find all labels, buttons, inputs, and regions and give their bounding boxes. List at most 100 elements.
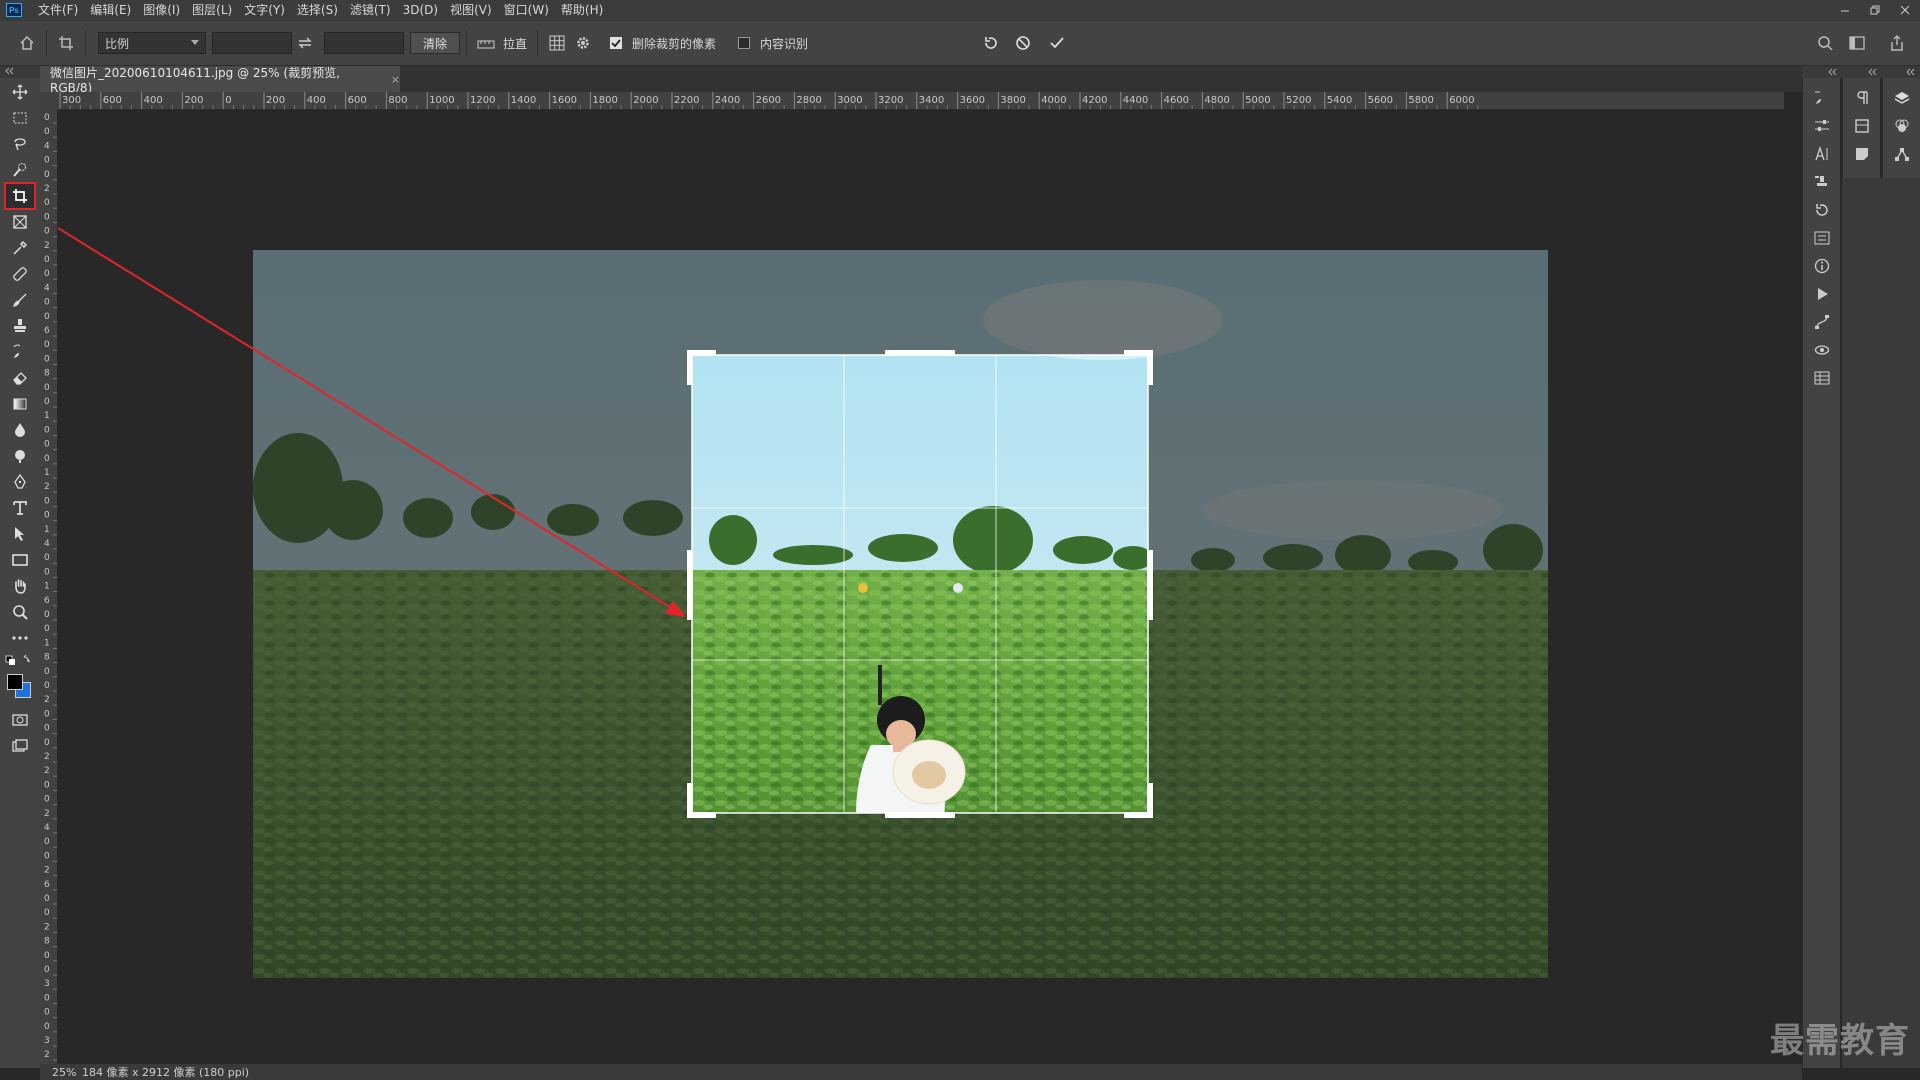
menu-help[interactable]: 帮助(H) [555,0,609,20]
history-icon[interactable] [1812,200,1832,220]
gradient-tool-icon[interactable] [6,392,34,416]
eyedropper-tool-icon[interactable] [6,236,34,260]
ruler-label: 3000 [837,95,862,106]
history-brush-tool-icon[interactable] [6,340,34,364]
document-canvas[interactable] [58,110,1784,1064]
ruler-label: 0 [44,440,50,450]
frame-tool-icon[interactable] [6,210,34,234]
crop-tool-icon[interactable] [4,182,36,210]
reset-icon[interactable] [978,30,1004,56]
menu-view[interactable]: 视图(V) [444,0,498,20]
ruler-label: 1400 [511,95,536,106]
ruler-label: 600 [103,95,122,106]
quick-mask-icon[interactable] [6,708,34,732]
workspace-icon[interactable] [1844,30,1870,56]
eraser-tool-icon[interactable] [6,366,34,390]
ratio-select[interactable]: 比例 [98,32,206,54]
close-window-button[interactable] [1890,0,1920,20]
minimize-button[interactable] [1830,0,1860,20]
quick-select-tool-icon[interactable] [6,158,34,182]
rectangle-tool-icon[interactable] [6,548,34,572]
move-tool-icon[interactable] [6,80,34,104]
swap-icon[interactable] [292,30,318,56]
close-tab-icon[interactable]: × [391,73,400,86]
cancel-icon[interactable] [1010,30,1036,56]
menu-image[interactable]: 图像(I) [137,0,186,20]
ratio-select-value: 比例 [105,36,130,51]
delete-cropped-checkbox[interactable] [610,37,623,49]
table-icon[interactable] [1812,368,1832,388]
panels-collapse-bar[interactable] [1802,66,1920,78]
layers-icon[interactable] [1892,88,1912,108]
default-colors-icon[interactable] [4,654,36,668]
menu-filter[interactable]: 滤镜(T) [344,0,397,20]
blur-tool-icon[interactable] [6,418,34,442]
straighten-icon[interactable] [473,30,499,56]
home-icon[interactable] [14,30,40,56]
path-select-tool-icon[interactable] [6,522,34,546]
menu-3d[interactable]: 3D(D) [397,0,444,20]
search-icon[interactable] [1812,30,1838,56]
double-chevron-icon [5,67,14,75]
ruler-label: 2600 [756,95,781,106]
crop-preset-icon[interactable] [53,30,79,56]
properties-icon[interactable] [1812,228,1832,248]
hand-tool-icon[interactable] [6,574,34,598]
type-tool-icon[interactable] [6,496,34,520]
document-tab[interactable]: 微信图片_20200610104611.jpg @ 25% (裁剪预览, RGB… [40,66,400,95]
share-icon[interactable] [1884,30,1910,56]
content-aware-checkbox[interactable] [738,37,751,49]
notes-icon[interactable] [1852,144,1872,164]
ruler-label: 1 [44,638,50,648]
paths-icon[interactable] [1812,312,1832,332]
vertical-ruler[interactable]: 0 0 4 0 0 2 0 0 0 2 0 0 4 0 0 6 0 0 8 0 0 1 0 0 0 1 2 0 0 1 4 0 0 1 6 0 0 1 8 0… [40,110,58,1064]
toolbar-collapse-bar[interactable] [0,66,40,78]
adjustments-icon[interactable] [1812,116,1832,136]
menu-window[interactable]: 窗口(W) [498,0,555,20]
menu-type[interactable]: 文字(Y) [238,0,291,20]
3d-icon[interactable] [1812,340,1832,360]
screen-mode-icon[interactable] [6,734,34,758]
menu-file[interactable]: 文件(F) [32,0,84,20]
straighten-label[interactable]: 拉直 [503,35,527,52]
character-icon[interactable] [1812,144,1832,164]
ruler-label: 0 [44,113,50,123]
ruler-label: 0 [44,951,50,961]
channels-icon[interactable] [1892,116,1912,136]
gear-icon[interactable] [570,30,596,56]
paragraph-icon[interactable] [1852,88,1872,108]
color-swatches[interactable] [6,672,34,700]
healing-tool-icon[interactable] [6,262,34,286]
restore-button[interactable] [1860,0,1890,20]
height-field[interactable] [324,32,404,54]
pen-tool-icon[interactable] [6,470,34,494]
clear-button[interactable]: 清除 [410,32,461,54]
brush-tool-icon[interactable] [6,288,34,312]
menu-layer[interactable]: 图层(L) [186,0,238,20]
foreground-color-swatch[interactable] [7,674,23,690]
commit-checkmark-icon[interactable] [1044,30,1070,56]
brush-settings-icon[interactable] [1812,88,1832,108]
ruler-label: 0 [44,1008,50,1018]
more-tools-icon[interactable] [6,626,34,650]
dodge-tool-icon[interactable] [6,444,34,468]
zoom-level[interactable]: 25% [40,1066,78,1079]
ruler-label: 200 [184,95,203,106]
marquee-tool-icon[interactable] [6,106,34,130]
document-info[interactable]: 184 像素 x 2912 像素 (180 ppi) [78,1064,249,1080]
stamp-tool-icon[interactable] [6,314,34,338]
ruler-origin[interactable] [40,92,58,110]
menu-edit[interactable]: 编辑(E) [84,0,137,20]
lasso-tool-icon[interactable] [6,132,34,156]
zoom-tool-icon[interactable] [6,600,34,624]
horizontal-ruler[interactable]: 300 600 400 200 0 200 400 600 800 1000 1200 1400 160… [58,92,1784,110]
libraries-icon[interactable] [1852,116,1872,136]
width-field[interactable] [212,32,292,54]
ruler-label: 0 [44,227,50,237]
overlay-grid-icon[interactable] [544,30,570,56]
paths-panel-icon[interactable] [1892,144,1912,164]
menu-select[interactable]: 选择(S) [291,0,344,20]
info-icon[interactable] [1812,256,1832,276]
actions-play-icon[interactable] [1812,284,1832,304]
clone-source-icon[interactable] [1812,172,1832,192]
